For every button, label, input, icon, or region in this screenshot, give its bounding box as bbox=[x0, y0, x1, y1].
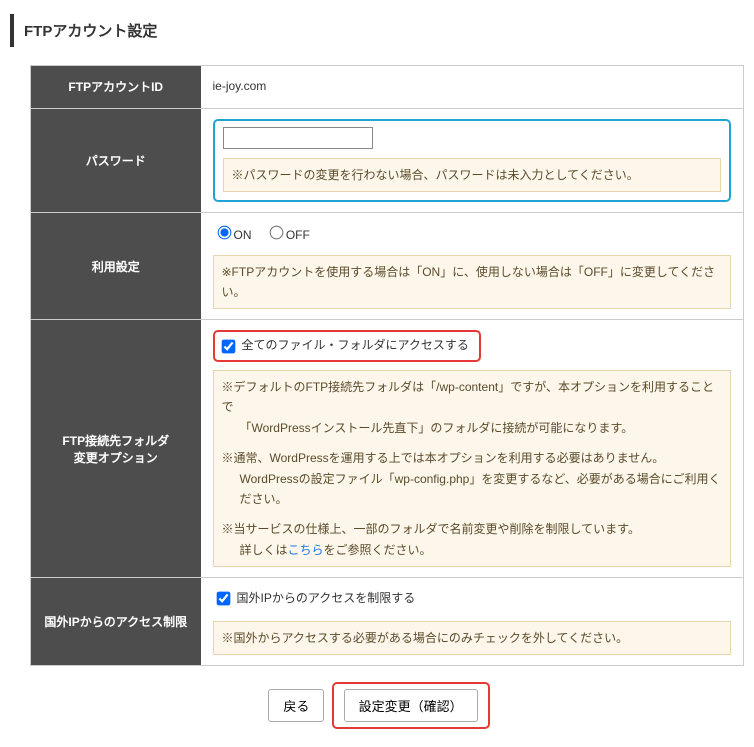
usage-note: ※FTPアカウントを使用する場合は「ON」に、使用しない場合は「OFF」に変更し… bbox=[213, 255, 732, 310]
usage-off-label[interactable]: OFF bbox=[265, 228, 310, 242]
row-password: パスワード ※パスワードの変更を行わない場合、パスワードは未入力としてください。 bbox=[31, 108, 744, 212]
button-row: 戻る 設定変更（確認） bbox=[10, 682, 744, 729]
folder-access-checkbox[interactable] bbox=[221, 339, 235, 353]
usage-on-label[interactable]: ON bbox=[213, 228, 252, 242]
label-overseas-ip: 国外IPからのアクセス制限 bbox=[31, 578, 201, 666]
page-title: FTPアカウント設定 bbox=[10, 14, 744, 47]
usage-off-radio[interactable] bbox=[270, 226, 284, 240]
folder-option-note: ※デフォルトのFTP接続先フォルダは「/wp-content」ですが、本オプショ… bbox=[213, 370, 732, 567]
label-password: パスワード bbox=[31, 108, 201, 212]
submit-highlight: 設定変更（確認） bbox=[332, 682, 490, 729]
row-folder-option: FTP接続先フォルダ 変更オプション 全てのファイル・フォルダにアクセスする ※… bbox=[31, 320, 744, 578]
submit-button[interactable]: 設定変更（確認） bbox=[344, 689, 478, 722]
row-overseas-ip: 国外IPからのアクセス制限 国外IPからのアクセスを制限する ※国外からアクセス… bbox=[31, 578, 744, 666]
usage-on-radio[interactable] bbox=[217, 226, 231, 240]
password-highlight-box: ※パスワードの変更を行わない場合、パスワードは未入力としてください。 bbox=[213, 119, 732, 202]
settings-table: FTPアカウントID ie-joy.com パスワード ※パスワードの変更を行わ… bbox=[30, 65, 744, 666]
row-usage: 利用設定 ON OFF ※FTPアカウントを使用する場合は「ON」に、使用しない… bbox=[31, 213, 744, 320]
usage-radio-group: ON OFF bbox=[213, 223, 732, 247]
label-folder-option: FTP接続先フォルダ 変更オプション bbox=[31, 320, 201, 578]
row-account-id: FTPアカウントID ie-joy.com bbox=[31, 66, 744, 109]
overseas-ip-checkbox-label: 国外IPからのアクセスを制限する bbox=[237, 588, 416, 610]
overseas-ip-note: ※国外からアクセスする必要がある場合にのみチェックを外してください。 bbox=[213, 621, 732, 655]
label-account-id: FTPアカウントID bbox=[31, 66, 201, 109]
overseas-ip-checkbox-line: 国外IPからのアクセスを制限する bbox=[213, 588, 416, 610]
folder-access-checkbox-label: 全てのファイル・フォルダにアクセスする bbox=[242, 335, 469, 357]
overseas-ip-checkbox[interactable] bbox=[216, 592, 230, 606]
label-usage: 利用設定 bbox=[31, 213, 201, 320]
folder-note-link[interactable]: こちら bbox=[288, 543, 324, 557]
back-button[interactable]: 戻る bbox=[268, 689, 324, 722]
folder-checkbox-highlight: 全てのファイル・フォルダにアクセスする bbox=[213, 330, 481, 362]
password-note: ※パスワードの変更を行わない場合、パスワードは未入力としてください。 bbox=[223, 158, 722, 192]
value-account-id: ie-joy.com bbox=[201, 66, 744, 109]
password-input[interactable] bbox=[223, 127, 373, 149]
